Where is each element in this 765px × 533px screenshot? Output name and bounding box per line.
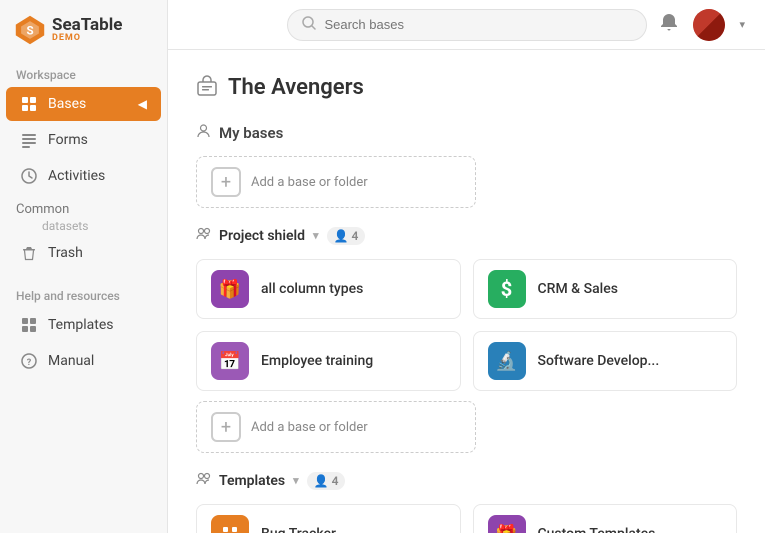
- bases-icon: [20, 95, 38, 113]
- member-badge: 👤 4: [327, 227, 366, 245]
- add-base-project-label: Add a base or folder: [251, 420, 368, 435]
- page-title: The Avengers: [196, 74, 737, 101]
- bug-tracker-label: Bug Tracker: [261, 526, 336, 533]
- help-label: Help and resources: [0, 281, 167, 307]
- templates-group-label: Templates: [219, 473, 285, 489]
- crm-label: CRM & Sales: [538, 281, 618, 297]
- templates-icon: [20, 316, 38, 334]
- base-card-all-column-types[interactable]: 🎁 all column types: [196, 259, 461, 319]
- project-shield-label: Project shield: [219, 228, 305, 244]
- sidebar-item-templates[interactable]: Templates: [6, 308, 161, 342]
- base-card-bug-tracker[interactable]: Bug Tracker: [196, 504, 461, 533]
- templates-member-icon: 👤: [314, 474, 329, 488]
- trash-icon: [20, 244, 38, 262]
- manual-label: Manual: [48, 353, 94, 369]
- templates-label: Templates: [48, 317, 114, 333]
- bell-icon[interactable]: [659, 12, 679, 37]
- workspace-label: Workspace: [0, 60, 167, 86]
- datasets-label: datasets: [0, 217, 167, 235]
- sidebar-item-bases[interactable]: Bases ◀: [6, 87, 161, 121]
- trash-label: Trash: [48, 245, 83, 261]
- custom-templates-icon: 🎁: [488, 515, 526, 533]
- my-bases-header: My bases: [196, 123, 737, 142]
- main-content: ▾ The Avengers My bases + Add a base or …: [168, 0, 765, 533]
- templates-group-caret[interactable]: ▾: [293, 474, 299, 487]
- templates-section: Templates ▾ 👤 4 Bug Tracker 🎁 Custom Tem…: [196, 471, 737, 533]
- svg-text:S: S: [26, 23, 33, 37]
- bases-grid-project: 🎁 all column types $ CRM & Sales 📅 Emplo…: [196, 259, 737, 391]
- add-plus-project-icon: +: [211, 412, 241, 442]
- member-count: 4: [352, 229, 359, 243]
- page-title-text: The Avengers: [228, 75, 364, 100]
- search-icon: [302, 16, 316, 34]
- search-input[interactable]: [324, 17, 632, 32]
- sidebar: S SeaTable DEMO Workspace Bases ◀ Forms …: [0, 0, 168, 533]
- svg-text:?: ?: [27, 358, 32, 368]
- sidebar-item-forms[interactable]: Forms: [6, 123, 161, 157]
- activities-label: Activities: [48, 168, 105, 184]
- forms-icon: [20, 131, 38, 149]
- add-base-label: Add a base or folder: [251, 175, 368, 190]
- add-plus-icon: +: [211, 167, 241, 197]
- manual-icon: ?: [20, 352, 38, 370]
- group-icon: [196, 226, 211, 245]
- avatar[interactable]: [693, 9, 725, 41]
- employee-label: Employee training: [261, 353, 373, 369]
- search-bar[interactable]: [287, 9, 647, 41]
- add-base-project-card[interactable]: + Add a base or folder: [196, 401, 476, 453]
- logo-text: SeaTable: [52, 16, 122, 35]
- group-caret[interactable]: ▾: [313, 229, 319, 242]
- software-label: Software Develop...: [538, 353, 660, 369]
- page-title-icon: [196, 74, 218, 101]
- sidebar-item-manual[interactable]: ? Manual: [6, 344, 161, 378]
- bases-arrow: ◀: [138, 97, 147, 111]
- add-base-card[interactable]: + Add a base or folder: [196, 156, 476, 208]
- base-card-software-develop[interactable]: 🔬 Software Develop...: [473, 331, 738, 391]
- templates-member-count: 4: [332, 474, 339, 488]
- project-shield-section: Project shield ▾ 👤 4 🎁 all column types …: [196, 226, 737, 453]
- my-bases-label: My bases: [219, 124, 283, 142]
- logo-area: S SeaTable DEMO: [0, 0, 167, 60]
- crm-icon: $: [488, 270, 526, 308]
- bases-grid-templates: Bug Tracker 🎁 Custom Templates: [196, 504, 737, 533]
- custom-templates-label: Custom Templates: [538, 526, 656, 533]
- my-bases-icon: [196, 123, 211, 142]
- activities-icon: [20, 167, 38, 185]
- templates-member-badge: 👤 4: [307, 472, 346, 490]
- software-icon: 🔬: [488, 342, 526, 380]
- content-area: The Avengers My bases + Add a base or fo…: [168, 50, 765, 533]
- member-icon: 👤: [334, 229, 349, 243]
- base-card-employee-training[interactable]: 📅 Employee training: [196, 331, 461, 391]
- bases-label: Bases: [48, 96, 86, 112]
- sidebar-item-activities[interactable]: Activities: [6, 159, 161, 193]
- avatar-image: [693, 9, 725, 41]
- topbar: ▾: [168, 0, 765, 50]
- logo-demo: DEMO: [52, 34, 122, 44]
- common-label: Common: [0, 194, 167, 217]
- my-bases-section: My bases + Add a base or folder: [196, 123, 737, 208]
- employee-icon: 📅: [211, 342, 249, 380]
- all-column-icon: 🎁: [211, 270, 249, 308]
- topbar-icons: ▾: [659, 9, 745, 41]
- all-column-label: all column types: [261, 281, 363, 297]
- sidebar-item-trash[interactable]: Trash: [6, 236, 161, 270]
- base-card-crm-sales[interactable]: $ CRM & Sales: [473, 259, 738, 319]
- project-shield-header: Project shield ▾ 👤 4: [196, 226, 737, 245]
- user-dropdown-caret[interactable]: ▾: [739, 18, 745, 31]
- forms-label: Forms: [48, 132, 88, 148]
- logo-icon: S: [14, 14, 46, 46]
- templates-group-header: Templates ▾ 👤 4: [196, 471, 737, 490]
- base-card-custom-templates[interactable]: 🎁 Custom Templates: [473, 504, 738, 533]
- bug-tracker-icon: [211, 515, 249, 533]
- templates-group-icon: [196, 471, 211, 490]
